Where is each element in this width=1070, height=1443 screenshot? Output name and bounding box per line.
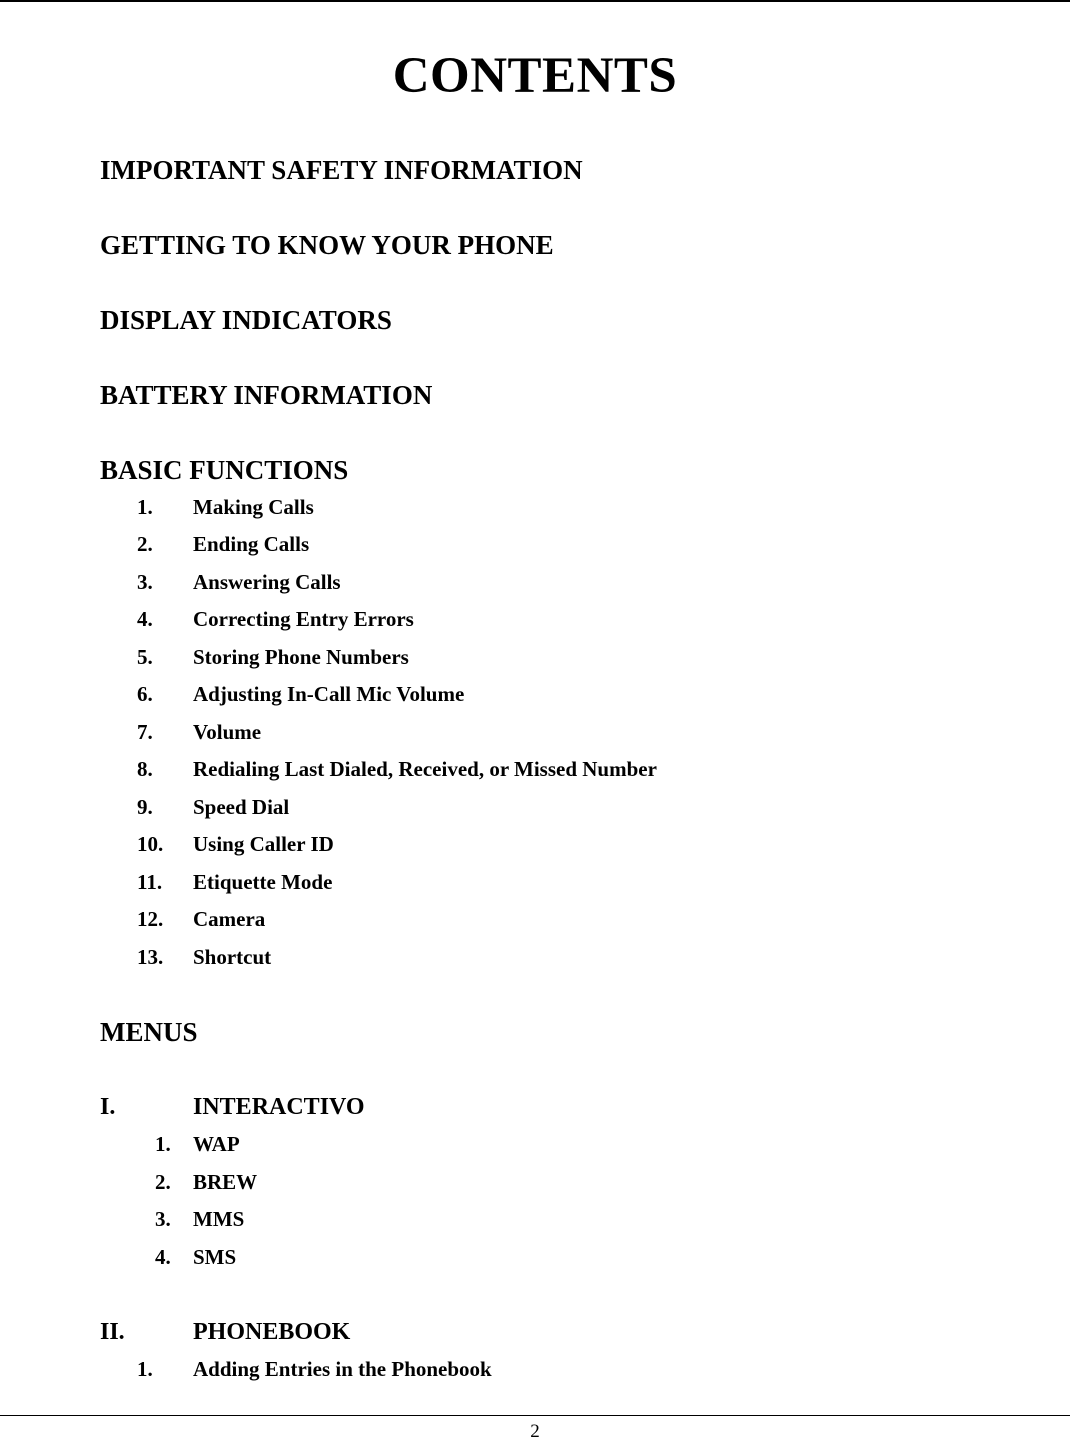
item-label: BREW: [193, 1170, 258, 1194]
item-number: 3.: [155, 1207, 171, 1231]
item-label: Etiquette Mode: [193, 870, 333, 894]
item-number: 1.: [137, 495, 153, 519]
item-number: 2.: [155, 1170, 171, 1194]
subsection-number: I.: [100, 1094, 116, 1120]
toc-section-display-indicators[interactable]: DISPLAY INDICATORS: [100, 304, 392, 336]
item-number: 6.: [137, 682, 153, 706]
item-label: Speed Dial: [193, 795, 290, 819]
item-number: 1.: [155, 1132, 171, 1156]
item-number: 4.: [155, 1245, 171, 1269]
item-label: Using Caller ID: [193, 832, 334, 856]
item-label: Volume: [193, 720, 262, 744]
toc-section-menus[interactable]: MENUS: [100, 1016, 198, 1048]
item-number: 10.: [137, 832, 164, 856]
subsection-number: II.: [100, 1319, 125, 1345]
item-label: Redialing Last Dialed, Received, or Miss…: [193, 757, 657, 781]
item-label: SMS: [193, 1245, 237, 1269]
item-label: MMS: [193, 1207, 245, 1231]
item-label: Adjusting In-Call Mic Volume: [193, 682, 465, 706]
item-number: 12.: [137, 907, 164, 931]
toc-section-battery[interactable]: BATTERY INFORMATION: [100, 379, 432, 411]
item-number: 7.: [137, 720, 153, 744]
item-number: 4.: [137, 607, 153, 631]
item-number: 5.: [137, 645, 153, 669]
item-label: WAP: [193, 1132, 240, 1156]
top-rule: [0, 0, 1070, 2]
item-number: 1.: [137, 1357, 153, 1381]
item-label: Camera: [193, 907, 266, 931]
page-number: 2: [530, 1421, 540, 1442]
item-number: 2.: [137, 532, 153, 556]
toc-section-getting-to-know[interactable]: GETTING TO KNOW YOUR PHONE: [100, 229, 554, 261]
subsection-label: PHONEBOOK: [193, 1319, 351, 1345]
item-label: Shortcut: [193, 945, 272, 969]
item-number: 8.: [137, 757, 153, 781]
item-label: Answering Calls: [193, 570, 341, 594]
toc-section-safety[interactable]: IMPORTANT SAFETY INFORMATION: [100, 154, 583, 186]
item-label: Storing Phone Numbers: [193, 645, 409, 669]
footer-rule: [0, 1415, 1070, 1416]
toc-section-basic-functions[interactable]: BASIC FUNCTIONS: [100, 454, 348, 486]
item-label: Adding Entries in the Phonebook: [193, 1357, 492, 1381]
item-number: 11.: [137, 870, 163, 894]
item-label: Making Calls: [193, 495, 314, 519]
page-title: CONTENTS: [392, 48, 678, 104]
item-number: 13.: [137, 945, 164, 969]
item-label: Ending Calls: [193, 532, 310, 556]
subsection-label: INTERACTIVO: [193, 1094, 365, 1120]
item-label: Correcting Entry Errors: [193, 607, 414, 631]
item-number: 9.: [137, 795, 153, 819]
item-number: 3.: [137, 570, 153, 594]
